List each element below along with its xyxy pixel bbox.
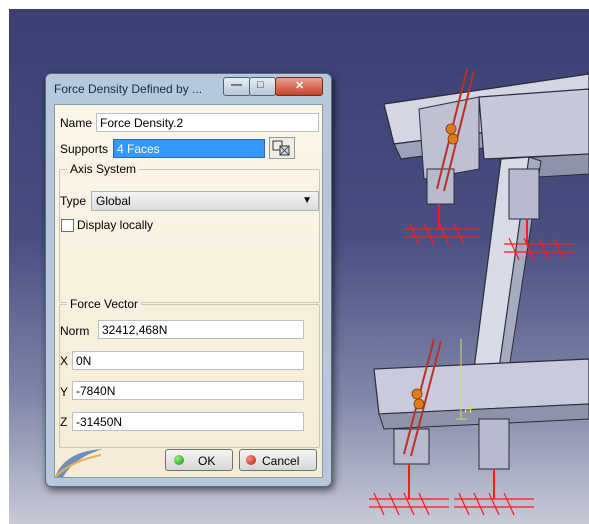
supports-label: Supports bbox=[60, 142, 109, 156]
minimize-icon: — bbox=[231, 79, 242, 91]
name-label: Name bbox=[60, 116, 93, 130]
z-label: Z bbox=[60, 415, 68, 429]
norm-label: Norm bbox=[60, 324, 90, 338]
supports-field[interactable]: 4 Faces bbox=[113, 139, 265, 158]
force-vector-legend: Force Vector bbox=[67, 297, 142, 311]
cancel-icon bbox=[246, 455, 256, 465]
maximize-icon: □ bbox=[257, 79, 264, 91]
name-field[interactable]: Force Density.2 bbox=[96, 113, 319, 132]
y-label: Y bbox=[60, 385, 69, 399]
norm-field[interactable]: 32412,468N bbox=[98, 320, 304, 339]
cancel-label: Cancel bbox=[262, 454, 300, 468]
display-locally-checkbox[interactable] bbox=[61, 219, 74, 232]
close-icon: ✕ bbox=[295, 80, 305, 92]
dialog-body: Name Force Density.2 Supports 4 Faces Ax… bbox=[54, 104, 323, 478]
minimize-button[interactable]: — bbox=[223, 77, 251, 96]
x-label: X bbox=[60, 354, 69, 368]
force-density-dialog: Force Density Defined by ... — □ ✕ Name … bbox=[45, 73, 332, 487]
axis-system-legend: Axis System bbox=[67, 162, 140, 176]
x-field[interactable]: 0N bbox=[72, 351, 304, 370]
dialog-titlebar[interactable]: Force Density Defined by ... — □ ✕ bbox=[46, 74, 331, 104]
type-dropdown-value: Global bbox=[96, 194, 131, 208]
axis-system-group bbox=[59, 169, 320, 303]
dialog-title: Force Density Defined by ... bbox=[54, 82, 203, 96]
y-field[interactable]: -7840N bbox=[72, 381, 304, 400]
type-dropdown[interactable]: Global ▼ bbox=[91, 191, 319, 211]
z-field[interactable]: -31450N bbox=[72, 412, 304, 431]
axis-label: H bbox=[464, 404, 472, 416]
ok-button[interactable]: OK bbox=[165, 449, 233, 471]
ok-label: OK bbox=[198, 454, 216, 468]
cancel-button[interactable]: Cancel bbox=[239, 449, 317, 471]
maximize-button[interactable]: □ bbox=[249, 77, 276, 96]
globe-decoration-icon bbox=[55, 449, 103, 477]
supports-picker-button[interactable] bbox=[269, 137, 295, 159]
type-label: Type bbox=[60, 194, 87, 208]
chevron-down-icon: ▼ bbox=[302, 195, 312, 206]
close-button[interactable]: ✕ bbox=[275, 77, 323, 96]
ok-icon bbox=[174, 455, 184, 465]
face-selection-icon bbox=[272, 140, 290, 156]
display-locally-label: Display locally bbox=[77, 218, 154, 232]
